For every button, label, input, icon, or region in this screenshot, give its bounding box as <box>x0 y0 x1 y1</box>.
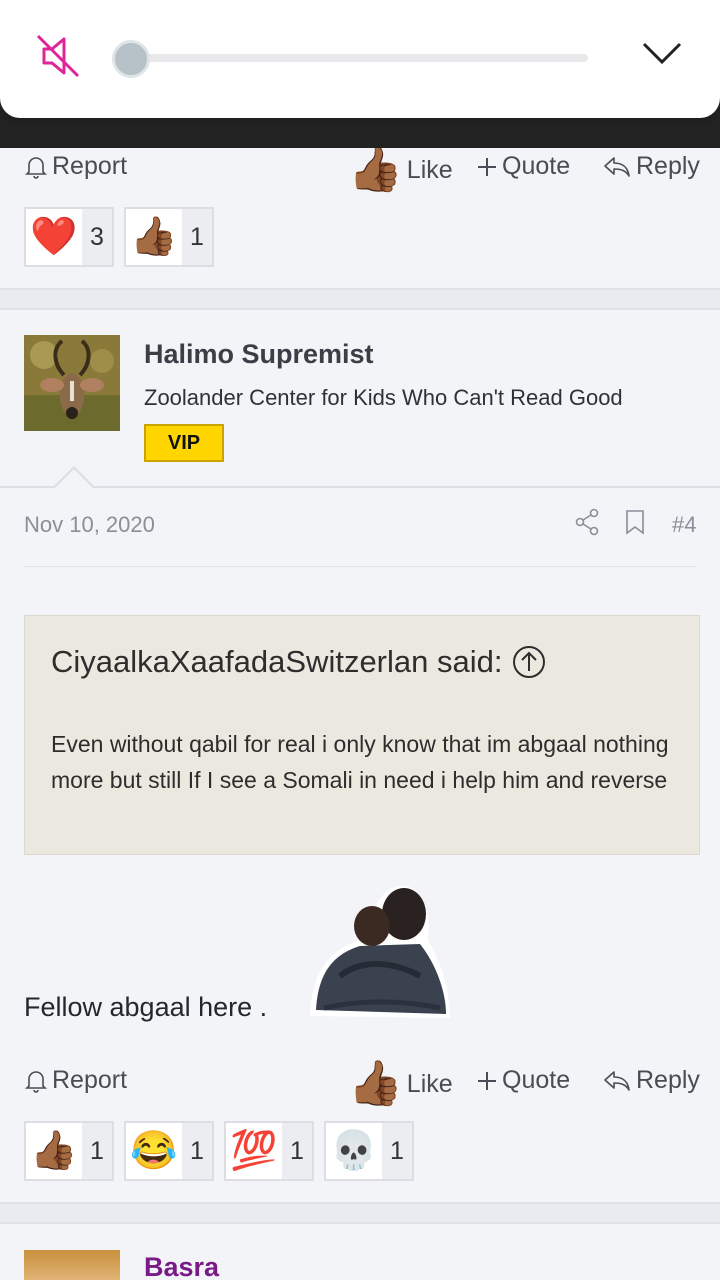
report-label: Report <box>52 1066 128 1094</box>
reaction-count: 1 <box>282 1123 312 1179</box>
kudu-avatar-image <box>24 335 120 431</box>
share-button[interactable] <box>574 508 600 536</box>
volume-slider-track[interactable] <box>130 54 588 62</box>
report-button[interactable]: Report <box>24 1066 127 1095</box>
mute-icon[interactable] <box>32 30 84 82</box>
content-divider <box>24 566 696 567</box>
post-number[interactable]: #4 <box>672 512 696 538</box>
like-label: Like <box>406 155 453 184</box>
reaction-count: 1 <box>182 1123 212 1179</box>
vip-badge: VIP <box>144 424 224 462</box>
report-button[interactable]: Report <box>24 152 127 181</box>
bookmark-button[interactable] <box>624 508 646 536</box>
quote-button[interactable]: Quote <box>476 152 570 181</box>
reaction-count: 1 <box>182 209 212 265</box>
bell-icon <box>25 1070 47 1093</box>
quote-block: CiyaalkaXaafadaSwitzerlan said: Even wit… <box>24 615 700 855</box>
reply-label: Reply <box>636 152 700 180</box>
post-body: Fellow abgaal here . <box>24 992 268 1022</box>
arrow-up-circle-icon <box>513 646 546 678</box>
reaction-hundred[interactable]: 💯 1 <box>224 1121 314 1181</box>
quote-button[interactable]: Quote <box>476 1066 570 1095</box>
chevron-down-icon[interactable] <box>640 36 684 72</box>
meta-divider <box>0 486 720 488</box>
like-label: Like <box>406 1069 453 1098</box>
reaction-haha[interactable]: 😂 1 <box>124 1121 214 1181</box>
reply-icon <box>604 1070 630 1091</box>
reply-button[interactable]: Reply <box>602 1066 700 1095</box>
reaction-count: 1 <box>82 1123 112 1179</box>
bookmark-icon <box>626 510 644 535</box>
reaction-count: 1 <box>382 1123 412 1179</box>
author-title: Zoolander Center for Kids Who Can't Read… <box>144 385 623 410</box>
reactions: 👍🏾 1 😂 1 💯 1 💀 1 <box>24 1121 414 1181</box>
quote-author: CiyaalkaXaafadaSwitzerlan said: <box>51 644 503 679</box>
post-divider <box>0 1202 720 1224</box>
share-icon <box>575 508 599 536</box>
volume-panel <box>0 0 720 118</box>
post-divider <box>0 288 720 310</box>
heart-icon: ❤️ <box>26 209 82 265</box>
quote-header[interactable]: CiyaalkaXaafadaSwitzerlan said: <box>51 644 546 680</box>
thumbs-up-icon: 👍🏾 <box>126 209 182 265</box>
post-actions-prev: Report 👍🏾 Like Quote Reply <box>0 148 720 192</box>
hundred-icon: 💯 <box>226 1123 282 1179</box>
reply-button[interactable]: Reply <box>602 152 700 181</box>
thumbs-up-icon: 👍🏾 <box>348 145 403 194</box>
laughing-icon: 😂 <box>126 1123 182 1179</box>
quote-text: Even without qabil for real i only know … <box>51 731 669 793</box>
like-button[interactable]: 👍🏾 Like <box>348 1062 453 1106</box>
reaction-like[interactable]: 👍🏾 1 <box>24 1121 114 1181</box>
author-name[interactable]: Halimo Supremist <box>144 339 374 370</box>
bell-icon <box>25 156 47 179</box>
reactions-prev: ❤️ 3 👍🏾 1 <box>24 207 214 267</box>
volume-slider-thumb[interactable] <box>112 40 150 78</box>
report-label: Report <box>52 152 128 180</box>
avatar[interactable] <box>24 1250 120 1280</box>
hug-sticker-image <box>310 885 450 1018</box>
thumbs-up-icon: 👍🏾 <box>26 1123 82 1179</box>
quote-label: Quote <box>502 152 571 180</box>
reply-icon <box>604 156 630 177</box>
reply-label: Reply <box>636 1066 700 1094</box>
plus-icon <box>478 1071 496 1090</box>
plus-icon <box>478 157 496 176</box>
skull-icon: 💀 <box>326 1123 382 1179</box>
author-name[interactable]: Basra <box>144 1252 219 1280</box>
post-actions: Report 👍🏾 Like Quote Reply <box>0 1062 720 1106</box>
meta-pointer-inner <box>54 469 94 489</box>
thumbs-up-icon: 👍🏾 <box>348 1059 403 1108</box>
reaction-like[interactable]: 👍🏾 1 <box>124 207 214 267</box>
reaction-count: 3 <box>82 209 112 265</box>
avatar[interactable] <box>24 335 120 431</box>
reaction-heart[interactable]: ❤️ 3 <box>24 207 114 267</box>
like-button[interactable]: 👍🏾 Like <box>348 148 453 192</box>
post-date[interactable]: Nov 10, 2020 <box>24 512 155 538</box>
reaction-skull[interactable]: 💀 1 <box>324 1121 414 1181</box>
quote-label: Quote <box>502 1066 571 1094</box>
